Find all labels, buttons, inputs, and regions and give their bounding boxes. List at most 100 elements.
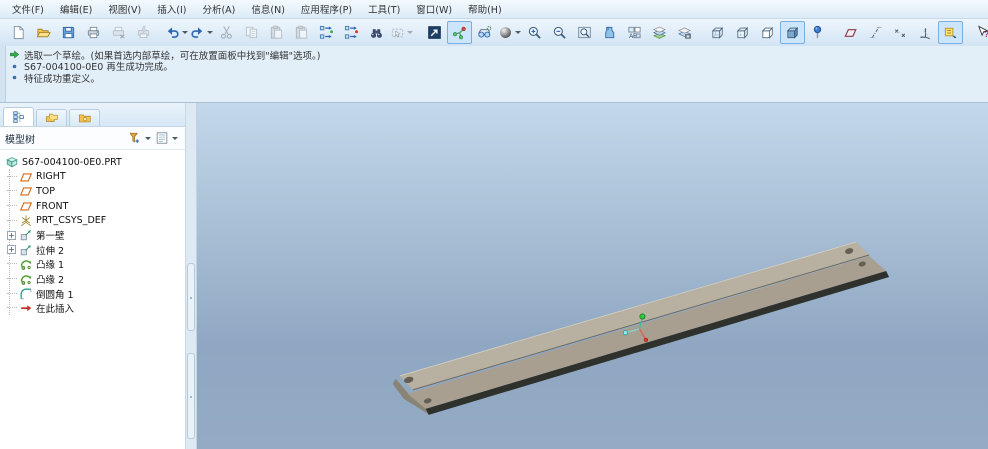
menu-insert[interactable]: 插入(I) xyxy=(149,0,194,19)
new-file-button[interactable] xyxy=(6,21,31,44)
tab-favorites[interactable] xyxy=(69,109,100,126)
tree-item-label: RIGHT xyxy=(36,171,66,182)
paste-button xyxy=(264,21,289,44)
menu-window[interactable]: 窗口(W) xyxy=(408,0,460,19)
splitter-handle[interactable] xyxy=(187,353,195,439)
sheet-metal-part[interactable] xyxy=(393,242,889,415)
dropdown-caret-icon[interactable] xyxy=(172,137,178,140)
message-text: 特征成功重定义。 xyxy=(24,71,100,85)
dropdown-caret-icon[interactable] xyxy=(207,31,213,34)
zoom-out-button[interactable] xyxy=(547,21,572,44)
part-top-edge-highlight xyxy=(400,242,856,376)
tree-item-flange-2[interactable]: 凸缘 2 xyxy=(2,272,185,287)
regenerate-button[interactable] xyxy=(314,21,339,44)
favorites-tab-icon xyxy=(78,111,92,125)
tree-item-label: S67-004100-0E0.PRT xyxy=(22,157,122,168)
quick-print-button xyxy=(131,21,156,44)
context-help-button[interactable]: ? xyxy=(971,21,988,44)
datum-axes-toggle[interactable] xyxy=(863,21,888,44)
panel-splitter[interactable] xyxy=(186,103,197,449)
select-box-icon xyxy=(390,25,405,40)
hidden-line-button[interactable] xyxy=(730,21,755,44)
csys-y-handle[interactable] xyxy=(640,314,645,319)
shading-style-button[interactable] xyxy=(497,21,522,44)
spin-center-toggle[interactable] xyxy=(447,21,472,44)
datum-planes-toggle[interactable] xyxy=(838,21,863,44)
annotations-toggle[interactable] xyxy=(938,21,963,44)
refit-icon xyxy=(577,25,592,40)
tree-item-label: TOP xyxy=(36,186,55,197)
expand-toggle[interactable]: + xyxy=(7,245,16,254)
tree-item-flange-1[interactable]: 凸缘 1 xyxy=(2,257,185,272)
tree-item-insert-here[interactable]: 在此插入 xyxy=(2,301,185,316)
layers-button[interactable] xyxy=(647,21,672,44)
menu-file[interactable]: 文件(F) xyxy=(4,0,52,19)
prompt-arrow-icon xyxy=(9,49,20,60)
menu-applications[interactable]: 应用程序(P) xyxy=(293,0,360,19)
open-file-button[interactable] xyxy=(31,21,56,44)
undo-button[interactable] xyxy=(164,21,189,44)
repaint-button[interactable] xyxy=(422,21,447,44)
tree-item-front-plane[interactable]: FRONT xyxy=(2,199,185,214)
wireframe-button[interactable] xyxy=(705,21,730,44)
round-icon xyxy=(18,286,33,301)
tree-tab-icon xyxy=(12,110,26,124)
hidden-line-icon xyxy=(735,25,750,40)
csys-x-handle[interactable] xyxy=(623,331,627,335)
no-hidden-button[interactable] xyxy=(755,21,780,44)
menu-info[interactable]: 信息(N) xyxy=(243,0,293,19)
tree-connector xyxy=(7,176,17,178)
tree-item-part-root[interactable]: S67-004100-0E0.PRT xyxy=(2,155,185,170)
tab-layers[interactable] xyxy=(36,109,67,126)
dropdown-caret-icon[interactable] xyxy=(515,31,521,34)
datum-points-toggle[interactable] xyxy=(888,21,913,44)
copy-icon xyxy=(244,25,259,40)
zoom-in-button[interactable] xyxy=(522,21,547,44)
tree-item-first-wall[interactable]: +第一壁 xyxy=(2,228,185,243)
message-scrollbar[interactable] xyxy=(0,46,6,102)
repaint-icon xyxy=(427,25,442,40)
paste-icon xyxy=(269,25,284,40)
3d-viewport[interactable] xyxy=(197,103,988,449)
tree-item-top-plane[interactable]: TOP xyxy=(2,184,185,199)
annotation-toggle-icon xyxy=(943,25,958,40)
navigator-tabs xyxy=(0,103,185,127)
menu-tools[interactable]: 工具(T) xyxy=(360,0,408,19)
orient-mode-button[interactable] xyxy=(472,21,497,44)
csys-z-handle[interactable] xyxy=(644,338,648,342)
tree-item-label: 拉伸 2 xyxy=(36,243,64,257)
dropdown-caret-icon[interactable] xyxy=(407,31,413,34)
menu-view[interactable]: 视图(V) xyxy=(100,0,149,19)
tree-item-right-plane[interactable]: RIGHT xyxy=(2,170,185,185)
find-button[interactable] xyxy=(364,21,389,44)
reorient-button[interactable] xyxy=(597,21,622,44)
tab-model-tree[interactable] xyxy=(3,107,34,126)
shaded-button[interactable] xyxy=(780,21,805,44)
print-button[interactable] xyxy=(81,21,106,44)
tree-item-round-1[interactable]: 倒圆角 1 xyxy=(2,286,185,301)
tree-item-prt-csys-def[interactable]: PRT_CSYS_DEF xyxy=(2,213,185,228)
tree-connector xyxy=(7,307,17,309)
message-line: 特征成功重定义。 xyxy=(9,72,868,84)
save-button[interactable] xyxy=(56,21,81,44)
dropdown-caret-icon[interactable] xyxy=(182,31,188,34)
tree-item-extrude-2[interactable]: + 拉伸 2 xyxy=(2,243,185,258)
tree-filter-button[interactable] xyxy=(126,130,153,146)
refit-button[interactable] xyxy=(572,21,597,44)
saved-orientations-button[interactable] xyxy=(805,21,830,44)
splitter-handle[interactable] xyxy=(187,263,195,331)
dropdown-caret-icon[interactable] xyxy=(145,137,151,140)
view-manager-button[interactable]: AB xyxy=(622,21,647,44)
menu-help[interactable]: 帮助(H) xyxy=(460,0,510,19)
layer-status-button[interactable] xyxy=(672,21,697,44)
navigator-panel: 模型树 S67-004100-0E0.PRTRIGHTTOPFRONTPRT_C… xyxy=(0,103,186,449)
menu-edit[interactable]: 编辑(E) xyxy=(52,0,100,19)
expand-toggle[interactable]: + xyxy=(7,231,16,240)
menu-analysis[interactable]: 分析(A) xyxy=(194,0,243,19)
regen-manager-icon xyxy=(344,25,359,40)
regen-manager-button[interactable] xyxy=(339,21,364,44)
datum-csys-toggle[interactable] xyxy=(913,21,938,44)
tree-settings-button[interactable] xyxy=(153,130,180,146)
redo-button[interactable] xyxy=(189,21,214,44)
select-box-button xyxy=(389,21,414,44)
